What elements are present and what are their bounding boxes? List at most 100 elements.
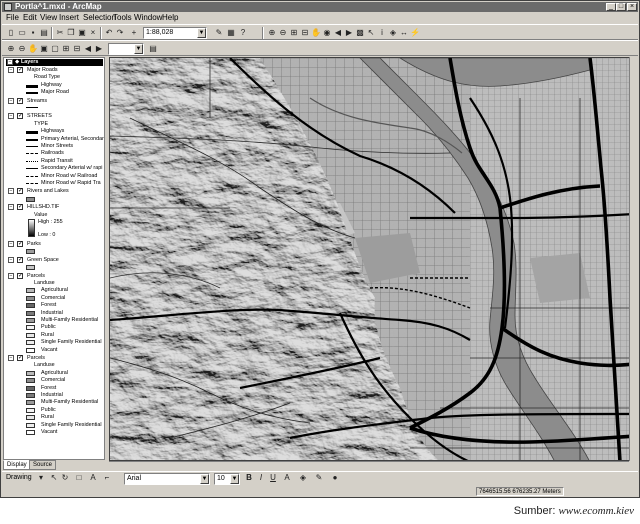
zoom-100-icon[interactable]: ▢ [50, 44, 60, 54]
layer-visibility-checkbox[interactable]: ✓ [17, 67, 23, 73]
delete-icon[interactable]: × [88, 28, 98, 38]
layout-zoom-out-fixed-icon[interactable]: ⊟ [72, 44, 82, 54]
layer-visibility-checkbox[interactable]: ✓ [17, 241, 23, 247]
copy-icon[interactable]: ❐ [66, 28, 76, 38]
menu-tools[interactable]: Tools [113, 12, 132, 24]
map-view[interactable] [109, 57, 633, 461]
layer-visibility-checkbox[interactable]: ✓ [17, 188, 23, 195]
menu-edit[interactable]: Edit [23, 12, 37, 24]
cut-icon[interactable]: ✂ [55, 28, 65, 38]
maximize-button[interactable]: □ [616, 3, 626, 11]
collapse-icon[interactable]: − [8, 67, 14, 73]
bold-button[interactable]: B [244, 473, 254, 483]
toc-layer-row[interactable]: − ✓ Parks [8, 241, 103, 248]
toc-layer-row[interactable]: − ✓ STREETS [8, 113, 103, 120]
layer-visibility-checkbox[interactable]: ✓ [17, 113, 23, 120]
menu-insert[interactable]: Insert [59, 12, 79, 24]
toc-layer-row[interactable]: − ✓ Parcels [8, 355, 103, 362]
pan-icon[interactable]: ✋ [311, 28, 321, 38]
text-tool-icon[interactable]: A [88, 473, 98, 483]
select-elements-icon[interactable]: ↖ [49, 473, 59, 483]
toc-layer-row[interactable]: − ✓ HILLSHD.TIF [8, 204, 103, 211]
editor-toolbar-icon[interactable]: ✎ [214, 28, 224, 38]
toc-root-row[interactable]: − ◆ Layers [6, 59, 103, 66]
toc-layer-row[interactable]: − ✓ Rivers and Lakes [8, 188, 103, 195]
layer-visibility-checkbox[interactable]: ✓ [17, 355, 23, 361]
zoom-out-icon[interactable]: ⊖ [278, 28, 288, 38]
minimize-button[interactable]: _ [606, 3, 616, 11]
edit-vertices-icon[interactable]: ⌐ [102, 473, 112, 483]
save-icon[interactable]: ▪ [28, 28, 38, 38]
undo-icon[interactable]: ↶ [104, 28, 114, 38]
italic-button[interactable]: I [256, 473, 266, 483]
menu-help[interactable]: Help [162, 12, 178, 24]
menu-file[interactable]: File [6, 12, 19, 24]
layout-back-icon[interactable]: ◀ [83, 44, 93, 54]
collapse-icon[interactable]: − [8, 241, 14, 247]
layout-zoom-fixed-icon[interactable]: ⊞ [61, 44, 71, 54]
identify-icon[interactable]: i [377, 28, 387, 38]
collapse-icon[interactable]: − [8, 355, 14, 361]
arctoolbox-icon[interactable]: ▦ [226, 28, 236, 38]
close-button[interactable]: × [627, 3, 637, 11]
find-icon[interactable]: ◈ [388, 28, 398, 38]
tab-source[interactable]: Source [29, 460, 57, 470]
help-pointer-icon[interactable]: ? [238, 28, 248, 38]
chevron-down-icon[interactable]: ▼ [230, 474, 239, 484]
layout-zoom-out-icon[interactable]: ⊖ [17, 44, 27, 54]
toggle-draft-mode-icon[interactable]: ▤ [148, 44, 158, 54]
collapse-icon[interactable]: − [8, 188, 14, 195]
zoom-in-icon[interactable]: ⊕ [267, 28, 277, 38]
layer-visibility-checkbox[interactable]: ✓ [17, 272, 23, 279]
forward-extent-icon[interactable]: ▶ [344, 28, 354, 38]
marker-color-icon[interactable]: ● [330, 473, 340, 483]
tab-display[interactable]: Display [3, 460, 31, 470]
zoom-whole-page-icon[interactable]: ▣ [39, 44, 49, 54]
chevron-down-icon[interactable]: ▼ [197, 28, 206, 38]
fixed-zoom-out-icon[interactable]: ⊟ [300, 28, 310, 38]
redo-icon[interactable]: ↷ [115, 28, 125, 38]
toc-layer-row[interactable]: − ✓ Major Roads [8, 67, 103, 74]
open-icon[interactable]: ▭ [17, 28, 27, 38]
print-icon[interactable]: ▤ [39, 28, 49, 38]
collapse-icon[interactable]: − [8, 204, 14, 211]
layout-pan-icon[interactable]: ✋ [28, 44, 38, 54]
rotate-icon[interactable]: ↻ [60, 473, 70, 483]
layout-zoom-combo[interactable]: ▼ [108, 43, 144, 55]
fixed-zoom-in-icon[interactable]: ⊞ [289, 28, 299, 38]
collapse-icon[interactable]: − [8, 272, 14, 279]
new-document-icon[interactable]: ▯ [6, 28, 16, 38]
paste-icon[interactable]: ▣ [77, 28, 87, 38]
toc-layer-row[interactable]: − ✓ Parcels [8, 272, 103, 280]
hyperlink-icon[interactable]: ⚡ [410, 28, 420, 38]
layer-visibility-checkbox[interactable]: ✓ [17, 256, 23, 263]
map-horizontal-scrollbar[interactable] [109, 461, 629, 469]
measure-icon[interactable]: ↔ [399, 28, 409, 38]
select-elements-icon[interactable]: ↖ [366, 28, 376, 38]
collapse-icon[interactable]: − [8, 113, 14, 120]
layer-visibility-checkbox[interactable]: ✓ [17, 204, 23, 211]
toc-layer-row[interactable]: − ✓ Green Space [8, 256, 103, 264]
layer-visibility-checkbox[interactable]: ✓ [17, 97, 23, 104]
map-vertical-scrollbar[interactable] [629, 57, 637, 461]
chevron-down-icon[interactable]: ▼ [134, 44, 143, 54]
menu-selection[interactable]: Selection [83, 12, 116, 24]
toc-layer-row[interactable]: − ✓ Streams [8, 97, 103, 105]
add-data-icon[interactable]: + [129, 28, 139, 38]
menu-window[interactable]: Window [134, 12, 162, 24]
rectangle-icon[interactable]: □ [74, 473, 84, 483]
back-extent-icon[interactable]: ◀ [333, 28, 343, 38]
select-features-icon[interactable]: ▩ [355, 28, 365, 38]
map-canvas[interactable] [110, 58, 633, 461]
menu-view[interactable]: View [40, 12, 57, 24]
collapse-icon[interactable]: − [7, 59, 13, 65]
collapse-icon[interactable]: − [8, 97, 14, 104]
font-size-combo[interactable]: 10 ▼ [214, 473, 240, 485]
collapse-icon[interactable]: − [8, 256, 14, 263]
font-color-button[interactable]: A [282, 473, 292, 483]
chevron-down-icon[interactable]: ▼ [200, 474, 209, 484]
font-family-combo[interactable]: Arial ▼ [124, 473, 210, 485]
layout-zoom-in-icon[interactable]: ⊕ [6, 44, 16, 54]
underline-button[interactable]: U [268, 473, 278, 483]
layout-forward-icon[interactable]: ▶ [94, 44, 104, 54]
